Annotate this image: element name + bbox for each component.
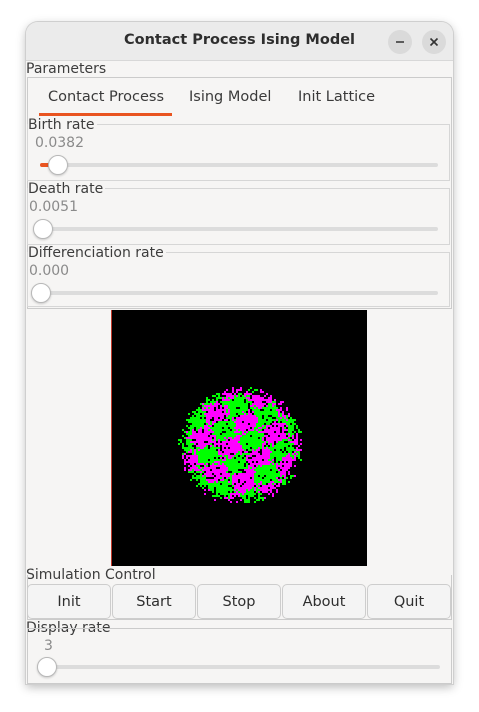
parameter-tabs: Contact Process Ising Model Init Lattice xyxy=(29,78,450,116)
close-icon xyxy=(429,37,439,47)
lattice-canvas xyxy=(111,310,367,566)
display-rate-trough[interactable] xyxy=(38,665,440,669)
quit-button[interactable]: Quit xyxy=(367,584,451,619)
app-window: Contact Process Ising Model Parameters C… xyxy=(26,22,453,684)
about-button[interactable]: About xyxy=(282,584,366,619)
lattice-render xyxy=(178,387,302,503)
minimize-button[interactable] xyxy=(388,30,412,54)
death-rate-handle[interactable] xyxy=(33,219,53,239)
differenciation-rate-label: Differenciation rate xyxy=(28,245,166,261)
tab-contact-process[interactable]: Contact Process xyxy=(48,89,164,105)
simulation-buttons: Init Start Stop About Quit xyxy=(27,584,452,619)
differenciation-rate-handle[interactable] xyxy=(31,283,51,303)
minimize-icon xyxy=(396,41,404,43)
stop-button[interactable]: Stop xyxy=(197,584,281,619)
birth-rate-label: Birth rate xyxy=(28,117,97,133)
title-bar: Contact Process Ising Model xyxy=(26,22,453,61)
tab-init-lattice[interactable]: Init Lattice xyxy=(298,89,375,105)
active-tab-indicator xyxy=(39,113,172,116)
differenciation-rate-trough[interactable] xyxy=(34,291,438,295)
differenciation-rate-value: 0.000 xyxy=(29,263,70,279)
display-rate-value: 3 xyxy=(44,638,53,654)
init-button[interactable]: Init xyxy=(27,584,111,619)
display-rate-frame xyxy=(27,628,452,684)
display-rate-handle[interactable] xyxy=(37,657,57,677)
death-rate-value: 0.0051 xyxy=(29,199,78,215)
lattice-cells xyxy=(178,387,302,503)
birth-rate-value: 0.0382 xyxy=(35,135,84,151)
start-button[interactable]: Start xyxy=(112,584,196,619)
death-rate-trough[interactable] xyxy=(34,227,438,231)
tab-ising-model[interactable]: Ising Model xyxy=(189,89,271,105)
birth-rate-trough[interactable] xyxy=(40,163,438,167)
death-rate-label: Death rate xyxy=(28,181,106,197)
birth-rate-handle[interactable] xyxy=(48,155,68,175)
close-button[interactable] xyxy=(422,30,446,54)
parameters-group-label: Parameters xyxy=(26,61,107,77)
